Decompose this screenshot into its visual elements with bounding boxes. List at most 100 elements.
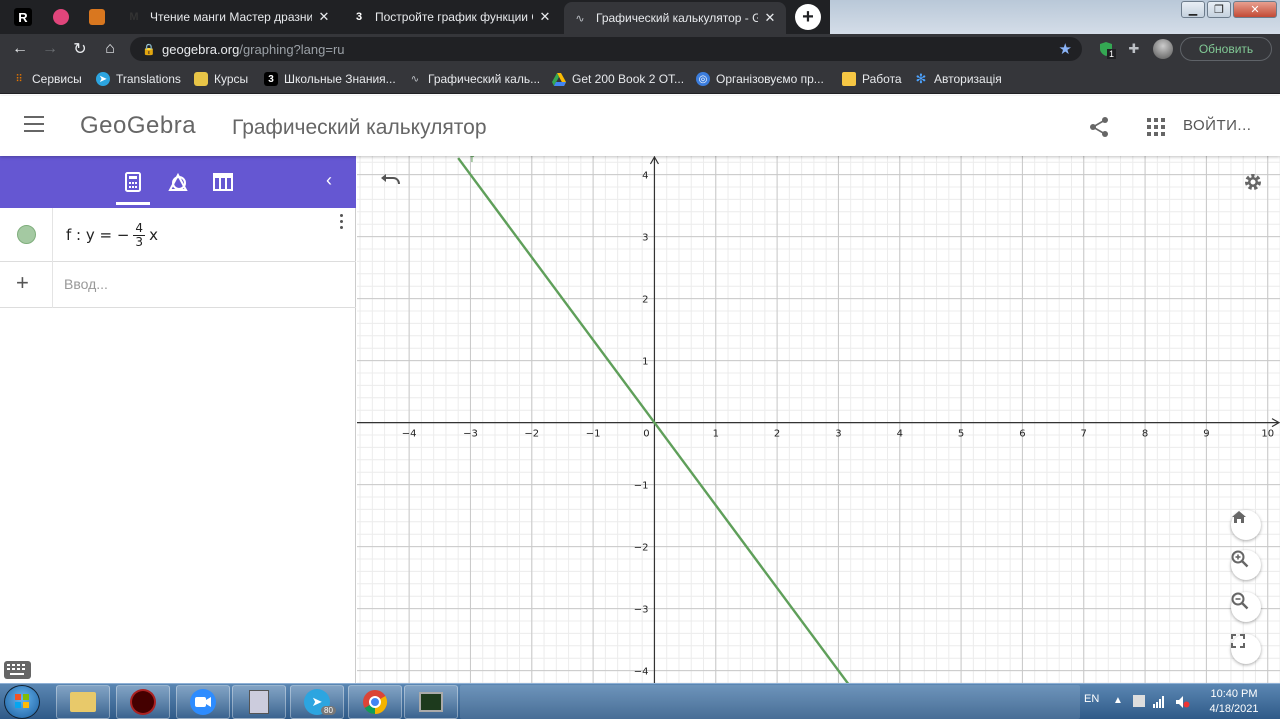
x-tick-label: 0 [643, 429, 649, 440]
bookmarks-bar: ⠿ Сервисы ➤ Translations Курсы 3 Школьны… [0, 64, 1280, 94]
taskbar-telegram[interactable]: ➤ 80 [290, 685, 344, 719]
folder-icon [842, 72, 856, 86]
more-options-icon[interactable] [340, 214, 344, 232]
maximize-button[interactable]: ❐ [1207, 1, 1231, 18]
table-icon[interactable] [211, 170, 235, 194]
network-signal-icon[interactable] [1153, 695, 1165, 708]
graph-canvas[interactable]: −4 −3 −2 −1 0 1 2 3 4 5 6 7 8 9 10 −4 −3 −2 −1 1 2 3 4 f [357, 156, 1280, 683]
zoom-out-button[interactable] [1231, 592, 1261, 622]
app-title: Графический калькулятор [232, 116, 487, 139]
fullscreen-button[interactable] [1231, 634, 1261, 664]
folder-icon [70, 692, 96, 712]
pinned-tab-orange[interactable] [82, 4, 112, 30]
close-window-button[interactable]: ✕ [1233, 1, 1277, 18]
back-arrow-icon[interactable]: ← [10, 39, 30, 59]
algebra-panel: ‹ f : y = − 4 3 x + Ввод... [0, 156, 356, 683]
graphics-view[interactable]: −4 −3 −2 −1 0 1 2 3 4 5 6 7 8 9 10 −4 −3 −2 −1 1 2 3 4 f [357, 156, 1280, 683]
system-clock[interactable]: 10:40 PM 4/18/2021 [1198, 687, 1270, 717]
new-tab-button[interactable]: + [795, 4, 821, 30]
taskbar-chrome[interactable] [348, 685, 402, 719]
tab-title: Графический калькулятор - Geo [596, 11, 758, 25]
start-button[interactable] [4, 685, 40, 719]
bookmark-label: Работа [862, 72, 902, 86]
algebra-input-row[interactable]: + Ввод... [0, 262, 356, 308]
tab-geogebra[interactable]: ∿ Графический калькулятор - Geo ✕ [564, 2, 786, 34]
zoom-in-button[interactable] [1231, 550, 1261, 580]
row-separator [52, 208, 53, 262]
update-button[interactable]: Обновить [1180, 37, 1272, 61]
y-tick-label: −4 [634, 667, 649, 678]
home-icon [1232, 511, 1246, 523]
undo-icon[interactable] [379, 172, 403, 196]
zoom-in-icon [1231, 550, 1249, 568]
device-icon[interactable] [1133, 695, 1145, 707]
y-tick-label: 4 [642, 171, 648, 182]
puzzle-extensions-icon[interactable]: ✚ [1124, 39, 1144, 59]
y-tick-label: 2 [642, 295, 648, 306]
algebra-row-f[interactable]: f : y = − 4 3 x [0, 208, 356, 262]
image-icon [194, 72, 208, 86]
taskbar-empty-area [460, 685, 1080, 719]
tab-manga[interactable]: M Чтение манги Мастер дразнил ✕ [118, 2, 340, 32]
visibility-toggle-icon[interactable] [17, 225, 36, 244]
home-view-button[interactable] [1231, 510, 1261, 540]
bookmark-label: Школьные Знания... [284, 72, 396, 86]
taskbar-zoom[interactable] [176, 685, 230, 719]
orange-app-icon [89, 9, 105, 25]
shield-extension-icon[interactable]: 1 [1096, 39, 1117, 59]
show-hidden-icons-icon[interactable]: ▲ [1113, 695, 1125, 707]
address-bar[interactable]: 🔒 geogebra.org/graphing?lang=ru ★ [130, 37, 1082, 61]
home-icon[interactable]: ⌂ [100, 39, 120, 59]
minimize-button[interactable]: ▁ [1181, 1, 1205, 18]
close-tab-icon[interactable]: ✕ [316, 9, 332, 25]
collapse-panel-icon[interactable]: ‹ [326, 170, 332, 191]
close-tab-icon[interactable]: ✕ [537, 9, 553, 25]
algebra-input[interactable]: Ввод... [64, 276, 108, 292]
znanija-favicon-icon: 3 [355, 11, 363, 23]
tools-shapes-icon[interactable] [166, 170, 190, 194]
telegram-icon: ➤ [96, 72, 110, 86]
settings-gear-icon[interactable] [1243, 172, 1265, 194]
forward-arrow-icon[interactable]: → [40, 39, 60, 59]
reload-icon[interactable]: ↻ [70, 39, 90, 59]
bookmark-translations[interactable]: ➤ Translations [96, 70, 181, 88]
x-tick-label: −3 [463, 429, 478, 440]
browser-toolbar: ← → ↻ ⌂ 🔒 geogebra.org/graphing?lang=ru … [0, 34, 1280, 64]
x-tick-label: 3 [835, 429, 841, 440]
taskbar-explorer[interactable] [56, 685, 110, 719]
taskbar-calculator[interactable] [232, 685, 286, 719]
bookmark-star-icon[interactable]: ★ [1059, 40, 1072, 58]
apps-grid-icon[interactable] [1147, 118, 1165, 136]
bookmark-organize[interactable]: ◎ Організовуємо пр... [696, 70, 824, 88]
pinned-tab-pink[interactable] [46, 4, 76, 30]
pinned-tab-r[interactable]: R [8, 4, 38, 30]
windows-logo-icon [15, 694, 29, 708]
profile-avatar[interactable] [1153, 39, 1173, 59]
language-indicator[interactable]: EN [1084, 693, 1099, 705]
bookmark-work[interactable]: Работа [842, 70, 902, 88]
virtual-keyboard-icon[interactable] [4, 661, 31, 679]
tab-znanija[interactable]: 3 Постройте график функции Срс ✕ [343, 2, 561, 32]
bookmark-auth[interactable]: ✻ Авторизація [914, 70, 1002, 88]
geogebra-logo[interactable]: GeoGebra [80, 112, 196, 140]
hamburger-menu-icon[interactable] [24, 116, 44, 134]
bookmark-drive[interactable]: Get 200 Book 2 OT... [552, 70, 684, 88]
pink-app-icon [53, 9, 69, 25]
calculator-icon[interactable] [121, 170, 145, 194]
bookmark-geogebra[interactable]: ∿ Графический каль... [408, 70, 540, 88]
function-formula[interactable]: f : y = − 4 3 x [66, 222, 158, 248]
close-tab-icon[interactable]: ✕ [762, 10, 778, 26]
volume-muted-icon[interactable] [1176, 695, 1190, 708]
bookmark-courses[interactable]: Курсы [194, 70, 248, 88]
taskbar-witcher[interactable] [116, 685, 170, 719]
bookmark-znanija[interactable]: 3 Школьные Знания... [264, 70, 396, 88]
y-tick-label: −2 [634, 543, 649, 554]
bookmark-services[interactable]: ⠿ Сервисы [12, 70, 81, 88]
formula-prefix: f : y = − [66, 226, 130, 245]
sign-in-button[interactable]: ВОЙТИ... [1183, 117, 1251, 134]
taskbar-terminal[interactable] [404, 685, 458, 719]
apps-grid-icon: ⠿ [15, 73, 23, 85]
share-icon[interactable] [1088, 116, 1110, 138]
url-path: /graphing?lang=ru [239, 41, 345, 57]
add-icon[interactable]: + [16, 272, 29, 294]
